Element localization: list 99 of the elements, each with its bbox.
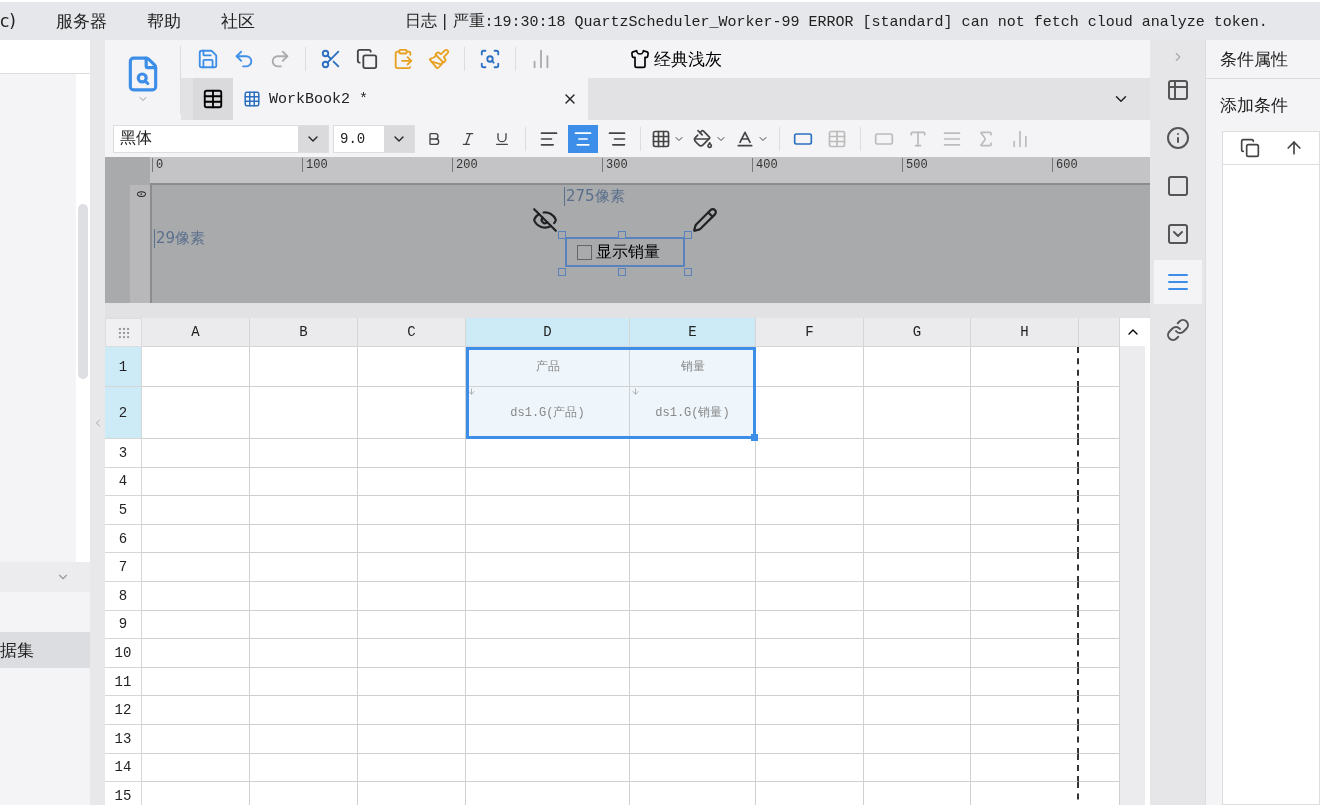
- table-cell[interactable]: [971, 639, 1079, 668]
- save-icon: [197, 48, 219, 70]
- pencil-icon: [692, 207, 718, 233]
- row-header[interactable]: 7: [105, 553, 142, 582]
- table-cell[interactable]: [971, 753, 1079, 783]
- brush-icon: [428, 48, 450, 70]
- column-header[interactable]: A: [142, 318, 250, 347]
- column-header[interactable]: C: [358, 318, 466, 347]
- resize-handle[interactable]: [618, 231, 626, 239]
- table-cell[interactable]: [971, 696, 1079, 725]
- resize-handle[interactable]: [684, 231, 692, 239]
- select-all-button[interactable]: [105, 318, 142, 347]
- height-label: 29像素: [154, 229, 206, 248]
- column-header[interactable]: E: [630, 318, 756, 347]
- scrollbar-thumb[interactable]: [78, 204, 88, 379]
- scissors-icon: [320, 48, 342, 70]
- ruler-label: 600: [1052, 158, 1078, 172]
- row-header[interactable]: 5: [105, 496, 142, 525]
- row-header[interactable]: 10: [105, 639, 142, 668]
- paste-icon: [392, 48, 414, 70]
- condition-button[interactable]: [1153, 260, 1202, 304]
- checkbox-widget[interactable]: 显示销量: [565, 237, 685, 267]
- table-icon: [827, 128, 847, 149]
- bold-icon: [426, 130, 442, 147]
- section-label: 添加条件: [1219, 93, 1289, 117]
- row-header[interactable]: 13: [105, 724, 142, 754]
- checkbox-label: 显示销量: [596, 241, 660, 263]
- chart-icon: [1010, 128, 1030, 149]
- table-icon: [1165, 78, 1190, 102]
- table-cell[interactable]: [971, 724, 1079, 754]
- table-cell[interactable]: [971, 610, 1079, 640]
- row-header[interactable]: 12: [105, 696, 142, 725]
- table-cell[interactable]: [971, 553, 1079, 582]
- row-header[interactable]: 4: [105, 467, 142, 497]
- undo-icon: [233, 48, 255, 70]
- column-header[interactable]: D: [466, 318, 630, 347]
- new-sheet-button[interactable]: [193, 78, 233, 120]
- resize-handle[interactable]: [618, 268, 626, 276]
- row-header[interactable]: 14: [105, 753, 142, 783]
- column-header[interactable]: F: [756, 318, 864, 347]
- search-icon: [479, 48, 501, 70]
- frame-icon: [1165, 174, 1190, 198]
- ruler-label: 200: [452, 158, 478, 172]
- panel-title: 条件属性: [1206, 40, 1320, 79]
- scroll-up-button[interactable]: [1120, 318, 1145, 346]
- resize-handle[interactable]: [558, 268, 566, 276]
- row-header[interactable]: 9: [105, 610, 142, 640]
- row-header[interactable]: 6: [105, 524, 142, 554]
- table-cell[interactable]: [971, 467, 1079, 497]
- column-header[interactable]: G: [864, 318, 971, 347]
- link-icon: [1165, 318, 1190, 342]
- table-cell[interactable]: [971, 667, 1079, 697]
- row-header[interactable]: 3: [105, 439, 142, 468]
- ruler-label: 100: [302, 158, 328, 172]
- workbook-icon: [243, 90, 261, 108]
- shirt-icon: [630, 49, 650, 69]
- table-cell[interactable]: [971, 387, 1079, 439]
- column-header[interactable]: H: [971, 318, 1079, 347]
- table-cell[interactable]: [971, 347, 1079, 387]
- border-icon: [651, 128, 671, 149]
- eye-slash-icon: [532, 207, 558, 233]
- table-cell[interactable]: [971, 496, 1079, 525]
- underline-icon: [494, 130, 510, 147]
- resize-handle[interactable]: [684, 268, 692, 276]
- ruler-label: 0: [152, 158, 164, 172]
- redo-icon: [269, 48, 291, 70]
- info-icon: [1165, 126, 1190, 150]
- theme-button[interactable]: 经典浅灰: [622, 47, 730, 71]
- ruler-label: 0: [133, 190, 147, 198]
- row-header[interactable]: 8: [105, 581, 142, 611]
- dataset-item[interactable]: 据集: [0, 632, 90, 668]
- ruler-label: 500: [902, 158, 928, 172]
- width-label: 275像素: [564, 187, 625, 206]
- row-header[interactable]: 11: [105, 667, 142, 697]
- row-header[interactable]: 2: [105, 387, 142, 439]
- table-icon: [202, 88, 224, 110]
- log-message: 日志 | 严重:19:30:18 QuartzScheduler_Worker-99 ERROR [standard] can not fetch cloud analyze token.: [405, 10, 1268, 32]
- resize-handle[interactable]: [558, 231, 566, 239]
- table-cell[interactable]: [971, 524, 1079, 554]
- menu-item[interactable]: 服务器: [36, 9, 127, 33]
- ruler-label: 400: [752, 158, 778, 172]
- menu-item[interactable]: 帮助: [127, 9, 201, 33]
- copy-icon: [356, 48, 378, 70]
- dropdown-icon: [1165, 222, 1190, 246]
- column-header[interactable]: B: [250, 318, 358, 347]
- italic-icon: [460, 130, 476, 147]
- grip-icon: [116, 325, 131, 340]
- row-header[interactable]: 1: [105, 347, 142, 387]
- table-cell[interactable]: [971, 581, 1079, 611]
- menu-item[interactable]: 社区: [201, 9, 275, 33]
- workbook-tab[interactable]: WorkBook2 *: [233, 78, 588, 120]
- ruler-label: 300: [602, 158, 628, 172]
- copy-icon: [1240, 138, 1260, 158]
- table-cell[interactable]: [971, 439, 1079, 468]
- paint-bucket-icon: [693, 128, 713, 149]
- font-select[interactable]: 黑体: [113, 124, 329, 153]
- menu-item[interactable]: c): [0, 11, 36, 31]
- size-select[interactable]: 9.0: [333, 124, 415, 153]
- checkbox[interactable]: [577, 244, 592, 260]
